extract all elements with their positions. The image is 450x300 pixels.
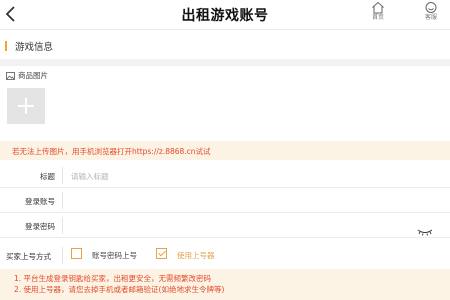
tip-2: 2. 使用上号器，请您去掉手机或者邮箱验证(如绝地求生令牌等) bbox=[14, 285, 225, 294]
login-method-row: 买家上号方式 账号密码上号 使用上号器 bbox=[0, 243, 450, 267]
section-accent-bar bbox=[5, 41, 7, 51]
password-label: 登录密码 bbox=[25, 222, 55, 231]
field-divider bbox=[62, 217, 63, 234]
service-button[interactable]: 客服 bbox=[419, 1, 443, 29]
title-row: 标题 bbox=[0, 163, 450, 188]
title-label: 标题 bbox=[40, 172, 55, 181]
account-label: 登录账号 bbox=[25, 197, 55, 206]
page: 出租游戏账号 首页 客服 游戏信息 商品图片 若无法上传图片，用手机浏览器打开h… bbox=[0, 0, 450, 300]
section-header: 游戏信息 bbox=[0, 31, 450, 59]
option-login-tool-label: 使用上号器 bbox=[177, 251, 215, 260]
login-method-label: 买家上号方式 bbox=[6, 252, 51, 261]
home-label: 首页 bbox=[371, 14, 384, 21]
top-bar: 出租游戏账号 首页 客服 bbox=[0, 0, 450, 30]
divider bbox=[0, 59, 450, 66]
product-image-label-text: 商品图片 bbox=[18, 71, 48, 80]
upload-notice: 若无法上传图片，用手机浏览器打开https://z.8868.cn试试 bbox=[0, 141, 450, 160]
tips-box: 1. 平台生成登录钥匙给买家，出租更安全，无需频繁改密码 2. 使用上号器，请您… bbox=[0, 269, 450, 300]
option-account-password-label: 账号密码上号 bbox=[92, 251, 137, 260]
title-input[interactable] bbox=[71, 168, 401, 184]
checkbox-unchecked[interactable] bbox=[71, 248, 82, 259]
image-icon bbox=[6, 72, 15, 80]
section-title: 游戏信息 bbox=[15, 42, 54, 53]
home-button[interactable]: 首页 bbox=[366, 1, 390, 29]
account-row: 登录账号 bbox=[0, 188, 450, 213]
service-label: 客服 bbox=[424, 14, 437, 21]
password-input[interactable] bbox=[71, 218, 401, 234]
account-input[interactable] bbox=[71, 193, 401, 209]
field-divider bbox=[62, 247, 63, 264]
field-divider bbox=[62, 167, 63, 184]
home-icon bbox=[372, 1, 384, 14]
customer-service-icon bbox=[425, 2, 437, 13]
upload-image-button[interactable] bbox=[7, 88, 45, 124]
row-separator bbox=[0, 237, 450, 238]
field-divider bbox=[62, 192, 63, 209]
password-row: 登录密码 bbox=[0, 213, 450, 238]
checkbox-checked[interactable] bbox=[156, 248, 167, 259]
product-image-label: 商品图片 bbox=[6, 70, 48, 81]
tip-1: 1. 平台生成登录钥匙给买家，出租更安全，无需频繁改密码 bbox=[14, 274, 212, 283]
